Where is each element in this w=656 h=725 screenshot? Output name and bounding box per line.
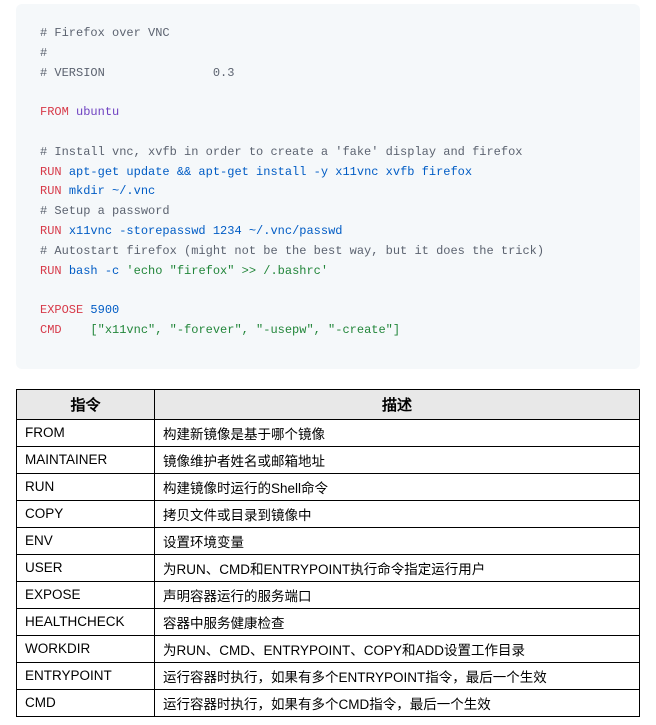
table-row: USER为RUN、CMD和ENTRYPOINT执行命令指定运行用户 <box>17 554 640 581</box>
code-comment: # Setup a password <box>40 204 170 218</box>
dockerfile-code-block: # Firefox over VNC # # VERSION 0.3 FROM … <box>16 4 640 369</box>
code-number: 5900 <box>90 303 119 317</box>
code-comment: # Install vnc, xvfb in order to create a… <box>40 145 522 159</box>
table-cell-command: CMD <box>17 689 155 716</box>
code-keyword-run: RUN <box>40 165 62 179</box>
table-header-description: 描述 <box>155 389 640 419</box>
table-cell-description: 设置环境变量 <box>155 527 640 554</box>
table-row: WORKDIR为RUN、CMD、ENTRYPOINT、COPY和ADD设置工作目… <box>17 635 640 662</box>
code-comment: # Firefox over VNC <box>40 26 170 40</box>
table-cell-command: ENV <box>17 527 155 554</box>
table-row: ENV设置环境变量 <box>17 527 640 554</box>
code-comment: # VERSION <box>40 66 213 80</box>
table-row: MAINTAINER镜像维护者姓名或邮箱地址 <box>17 446 640 473</box>
dockerfile-reference-table-wrap: 指令 描述 FROM构建新镜像是基于哪个镜像MAINTAINER镜像维护者姓名或… <box>16 389 640 717</box>
table-cell-command: HEALTHCHECK <box>17 608 155 635</box>
table-cell-command: MAINTAINER <box>17 446 155 473</box>
code-keyword-run: RUN <box>40 224 62 238</box>
table-header-row: 指令 描述 <box>17 389 640 419</box>
table-header-command: 指令 <box>17 389 155 419</box>
table-row: EXPOSE声明容器运行的服务端口 <box>17 581 640 608</box>
table-cell-description: 构建镜像时运行的Shell命令 <box>155 473 640 500</box>
code-comment: # <box>40 46 47 60</box>
table-cell-command: WORKDIR <box>17 635 155 662</box>
code-number: 1234 <box>213 224 242 238</box>
table-row: ENTRYPOINT运行容器时执行，如果有多个ENTRYPOINT指令，最后一个… <box>17 662 640 689</box>
table-cell-description: 拷贝文件或目录到镜像中 <box>155 500 640 527</box>
code-command: ~/.vnc/passwd <box>242 224 343 238</box>
code-version: 0.3 <box>213 66 235 80</box>
table-cell-command: FROM <box>17 419 155 446</box>
code-flag: -y <box>314 165 328 179</box>
code-keyword-cmd: CMD <box>40 323 62 337</box>
code-command: mkdir ~/.vnc <box>69 184 155 198</box>
code-keyword-run: RUN <box>40 264 62 278</box>
code-string: 'echo "firefox" >> /.bashrc' <box>119 264 328 278</box>
table-cell-description: 为RUN、CMD、ENTRYPOINT、COPY和ADD设置工作目录 <box>155 635 640 662</box>
table-cell-command: EXPOSE <box>17 581 155 608</box>
table-cell-description: 声明容器运行的服务端口 <box>155 581 640 608</box>
code-command: x11vnc xvfb firefox <box>328 165 472 179</box>
table-row: CMD运行容器时执行，如果有多个CMD指令，最后一个生效 <box>17 689 640 716</box>
code-array: ["x11vnc", "-forever", "-usepw", "-creat… <box>90 323 400 337</box>
code-keyword-from: FROM <box>40 105 69 119</box>
table-row: HEALTHCHECK容器中服务健康检查 <box>17 608 640 635</box>
table-cell-description: 构建新镜像是基于哪个镜像 <box>155 419 640 446</box>
code-keyword-expose: EXPOSE <box>40 303 83 317</box>
table-cell-description: 运行容器时执行，如果有多个ENTRYPOINT指令，最后一个生效 <box>155 662 640 689</box>
table-cell-command: USER <box>17 554 155 581</box>
code-image-name: ubuntu <box>76 105 119 119</box>
table-cell-description: 容器中服务健康检查 <box>155 608 640 635</box>
code-command: x11vnc -storepasswd <box>69 224 213 238</box>
table-cell-command: RUN <box>17 473 155 500</box>
dockerfile-reference-table: 指令 描述 FROM构建新镜像是基于哪个镜像MAINTAINER镜像维护者姓名或… <box>16 389 640 717</box>
code-flag: -c <box>105 264 119 278</box>
code-command: apt-get update && apt-get install <box>69 165 314 179</box>
table-cell-command: COPY <box>17 500 155 527</box>
table-row: RUN构建镜像时运行的Shell命令 <box>17 473 640 500</box>
table-cell-description: 镜像维护者姓名或邮箱地址 <box>155 446 640 473</box>
table-row: FROM构建新镜像是基于哪个镜像 <box>17 419 640 446</box>
table-cell-command: ENTRYPOINT <box>17 662 155 689</box>
code-command: bash <box>69 264 105 278</box>
table-cell-description: 运行容器时执行，如果有多个CMD指令，最后一个生效 <box>155 689 640 716</box>
code-comment: # Autostart firefox (might not be the be… <box>40 244 544 258</box>
table-cell-description: 为RUN、CMD和ENTRYPOINT执行命令指定运行用户 <box>155 554 640 581</box>
table-row: COPY拷贝文件或目录到镜像中 <box>17 500 640 527</box>
code-keyword-run: RUN <box>40 184 62 198</box>
